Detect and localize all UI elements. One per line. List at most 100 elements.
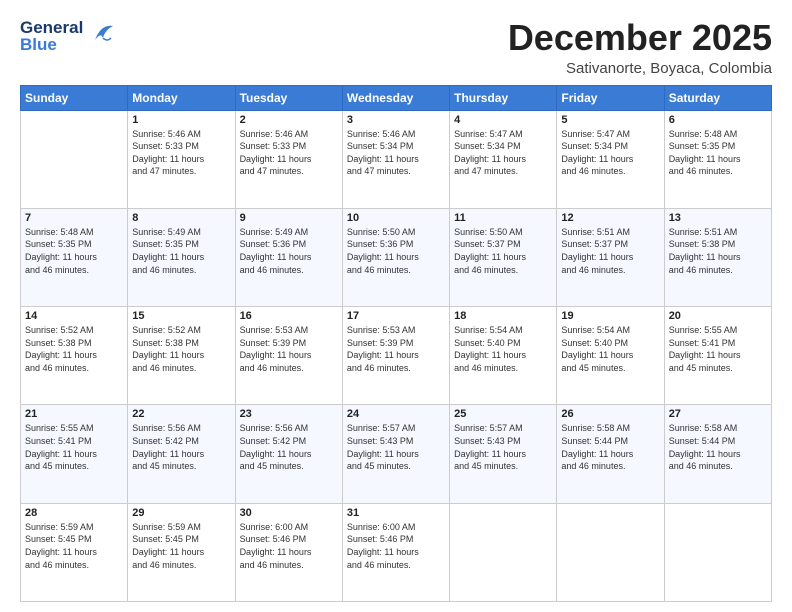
weekday-header-thursday: Thursday (450, 85, 557, 110)
cell-info: Sunrise: 6:00 AM Sunset: 5:46 PM Dayligh… (240, 521, 338, 571)
calendar-cell: 27 Sunrise: 5:58 AM Sunset: 5:44 PM Dayli… (664, 405, 771, 503)
day-number: 18 (454, 310, 552, 322)
day-number: 5 (561, 114, 659, 126)
day-number: 17 (347, 310, 445, 322)
calendar-cell: 1Sunrise: 5:46 AM Sunset: 5:33 PM Daylig… (128, 110, 235, 208)
day-number: 25 (454, 408, 552, 420)
day-number: 3 (347, 114, 445, 126)
calendar-cell: 11 Sunrise: 5:50 AM Sunset: 5:37 PM Dayli… (450, 208, 557, 306)
logo: General Blue (20, 18, 115, 53)
calendar-cell: 10 Sunrise: 5:50 AM Sunset: 5:36 PM Dayli… (342, 208, 449, 306)
cell-info: Sunrise: 5:57 AM Sunset: 5:43 PM Dayligh… (454, 422, 552, 472)
cell-info: Sunrise: 5:56 AM Sunset: 5:42 PM Dayligh… (240, 422, 338, 472)
cell-info: Sunrise: 5:49 AM Sunset: 5:35 PM Dayligh… (132, 226, 230, 276)
cell-info: Sunrise: 5:48 AM Sunset: 5:35 PM Dayligh… (669, 128, 767, 178)
day-number: 26 (561, 408, 659, 420)
cell-info: Sunrise: 5:52 AM Sunset: 5:38 PM Dayligh… (132, 324, 230, 374)
header: General Blue December 2025 Sativanorte, … (20, 18, 772, 77)
week-row-2: 7Sunrise: 5:48 AM Sunset: 5:35 PM Daylig… (21, 208, 772, 306)
calendar-cell: 30Sunrise: 6:00 AM Sunset: 5:46 PM Dayli… (235, 503, 342, 601)
calendar-cell (557, 503, 664, 601)
cell-info: Sunrise: 5:59 AM Sunset: 5:45 PM Dayligh… (132, 521, 230, 571)
cell-info: Sunrise: 5:50 AM Sunset: 5:37 PM Dayligh… (454, 226, 552, 276)
day-number: 21 (25, 408, 123, 420)
day-number: 23 (240, 408, 338, 420)
day-number: 9 (240, 212, 338, 224)
calendar-cell: 23 Sunrise: 5:56 AM Sunset: 5:42 PM Dayli… (235, 405, 342, 503)
cell-info: Sunrise: 5:59 AM Sunset: 5:45 PM Dayligh… (25, 521, 123, 571)
calendar-cell (450, 503, 557, 601)
logo-general: General (20, 19, 83, 36)
calendar-cell: 21 Sunrise: 5:55 AM Sunset: 5:41 PM Dayli… (21, 405, 128, 503)
cell-info: Sunrise: 5:46 AM Sunset: 5:33 PM Dayligh… (240, 128, 338, 178)
week-row-3: 14 Sunrise: 5:52 AM Sunset: 5:38 PM Dayli… (21, 307, 772, 405)
day-number: 2 (240, 114, 338, 126)
day-number: 24 (347, 408, 445, 420)
calendar-cell: 14Sunrise: 5:52 AM Sunset: 5:38 PM Dayli… (21, 307, 128, 405)
week-row-5: 28 Sunrise: 5:59 AM Sunset: 5:45 PM Dayli… (21, 503, 772, 601)
day-number: 31 (347, 507, 445, 519)
day-number: 14 (25, 310, 123, 322)
calendar-cell: 9 Sunrise: 5:49 AM Sunset: 5:36 PM Daylig… (235, 208, 342, 306)
calendar-cell: 28 Sunrise: 5:59 AM Sunset: 5:45 PM Dayli… (21, 503, 128, 601)
calendar-cell: 4 Sunrise: 5:47 AM Sunset: 5:34 PM Daylig… (450, 110, 557, 208)
cell-info: Sunrise: 5:55 AM Sunset: 5:41 PM Dayligh… (25, 422, 123, 472)
day-number: 16 (240, 310, 338, 322)
calendar-cell: 17 Sunrise: 5:53 AM Sunset: 5:39 PM Dayli… (342, 307, 449, 405)
calendar-cell: 22 Sunrise: 5:56 AM Sunset: 5:42 PM Dayli… (128, 405, 235, 503)
week-row-4: 21 Sunrise: 5:55 AM Sunset: 5:41 PM Dayli… (21, 405, 772, 503)
calendar-cell: 15 Sunrise: 5:52 AM Sunset: 5:38 PM Dayli… (128, 307, 235, 405)
calendar-cell: 2 Sunrise: 5:46 AM Sunset: 5:33 PM Daylig… (235, 110, 342, 208)
cell-info: Sunrise: 5:51 AM Sunset: 5:37 PM Dayligh… (561, 226, 659, 276)
cell-info: Sunrise: 5:47 AM Sunset: 5:34 PM Dayligh… (454, 128, 552, 178)
cell-info: Sunrise: 5:47 AM Sunset: 5:34 PM Dayligh… (561, 128, 659, 178)
cell-info: Sunrise: 5:57 AM Sunset: 5:43 PM Dayligh… (347, 422, 445, 472)
calendar-cell (664, 503, 771, 601)
calendar-cell: 20Sunrise: 5:55 AM Sunset: 5:41 PM Dayli… (664, 307, 771, 405)
day-number: 12 (561, 212, 659, 224)
logo-icon (87, 20, 115, 53)
calendar-cell: 12 Sunrise: 5:51 AM Sunset: 5:37 PM Dayli… (557, 208, 664, 306)
calendar-cell: 3 Sunrise: 5:46 AM Sunset: 5:34 PM Daylig… (342, 110, 449, 208)
calendar-cell: 24 Sunrise: 5:57 AM Sunset: 5:43 PM Dayli… (342, 405, 449, 503)
day-number: 11 (454, 212, 552, 224)
calendar-cell: 18 Sunrise: 5:54 AM Sunset: 5:40 PM Dayli… (450, 307, 557, 405)
calendar-cell: 7Sunrise: 5:48 AM Sunset: 5:35 PM Daylig… (21, 208, 128, 306)
calendar-cell: 31 Sunrise: 6:00 AM Sunset: 5:46 PM Dayli… (342, 503, 449, 601)
day-number: 7 (25, 212, 123, 224)
calendar-cell: 26 Sunrise: 5:58 AM Sunset: 5:44 PM Dayli… (557, 405, 664, 503)
cell-info: Sunrise: 5:54 AM Sunset: 5:40 PM Dayligh… (454, 324, 552, 374)
cell-info: Sunrise: 5:56 AM Sunset: 5:42 PM Dayligh… (132, 422, 230, 472)
calendar-cell: 5 Sunrise: 5:47 AM Sunset: 5:34 PM Daylig… (557, 110, 664, 208)
cell-info: Sunrise: 5:46 AM Sunset: 5:34 PM Dayligh… (347, 128, 445, 178)
day-number: 6 (669, 114, 767, 126)
weekday-header-saturday: Saturday (664, 85, 771, 110)
day-number: 10 (347, 212, 445, 224)
cell-info: Sunrise: 5:46 AM Sunset: 5:33 PM Dayligh… (132, 128, 230, 178)
page: General Blue December 2025 Sativanorte, … (0, 0, 792, 612)
cell-info: Sunrise: 5:49 AM Sunset: 5:36 PM Dayligh… (240, 226, 338, 276)
title-block: December 2025 Sativanorte, Boyaca, Colom… (508, 18, 772, 77)
weekday-header-friday: Friday (557, 85, 664, 110)
cell-info: Sunrise: 5:55 AM Sunset: 5:41 PM Dayligh… (669, 324, 767, 374)
calendar-cell: 8 Sunrise: 5:49 AM Sunset: 5:35 PM Daylig… (128, 208, 235, 306)
day-number: 27 (669, 408, 767, 420)
weekday-header-tuesday: Tuesday (235, 85, 342, 110)
cell-info: Sunrise: 5:58 AM Sunset: 5:44 PM Dayligh… (669, 422, 767, 472)
calendar-cell: 16Sunrise: 5:53 AM Sunset: 5:39 PM Dayli… (235, 307, 342, 405)
day-number: 4 (454, 114, 552, 126)
day-number: 8 (132, 212, 230, 224)
calendar-cell: 19Sunrise: 5:54 AM Sunset: 5:40 PM Dayli… (557, 307, 664, 405)
calendar-cell: 13Sunrise: 5:51 AM Sunset: 5:38 PM Dayli… (664, 208, 771, 306)
weekday-header-row: SundayMondayTuesdayWednesdayThursdayFrid… (21, 85, 772, 110)
cell-info: Sunrise: 5:53 AM Sunset: 5:39 PM Dayligh… (347, 324, 445, 374)
weekday-header-sunday: Sunday (21, 85, 128, 110)
day-number: 15 (132, 310, 230, 322)
weekday-header-wednesday: Wednesday (342, 85, 449, 110)
day-number: 28 (25, 507, 123, 519)
cell-info: Sunrise: 5:50 AM Sunset: 5:36 PM Dayligh… (347, 226, 445, 276)
cell-info: Sunrise: 6:00 AM Sunset: 5:46 PM Dayligh… (347, 521, 445, 571)
cell-info: Sunrise: 5:58 AM Sunset: 5:44 PM Dayligh… (561, 422, 659, 472)
weekday-header-monday: Monday (128, 85, 235, 110)
day-number: 22 (132, 408, 230, 420)
